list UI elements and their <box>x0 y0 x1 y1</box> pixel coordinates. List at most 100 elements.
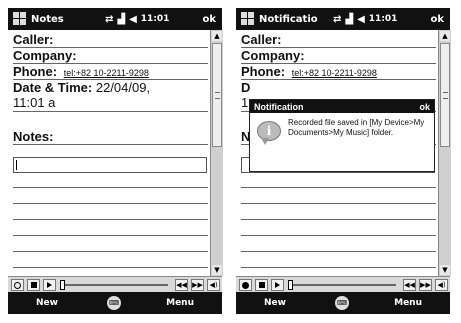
app-title: Notes <box>31 13 64 25</box>
notes-screen-right: Notificatio ⇄ ▟ ◀ 11:01 ok Caller: Compa… <box>236 8 451 314</box>
volume-icon[interactable]: ◀ <box>357 14 365 25</box>
notes-input[interactable] <box>13 157 207 173</box>
phone-label: Phone <box>13 64 53 79</box>
vertical-scrollbar[interactable]: ▲ ▼ <box>438 30 451 276</box>
vertical-scrollbar[interactable]: ▲ ▼ <box>210 30 223 276</box>
grip-icon <box>215 92 220 99</box>
ruled-line <box>241 251 436 252</box>
start-icon[interactable] <box>13 12 27 26</box>
ruled-line <box>13 219 208 220</box>
play-icon <box>47 282 52 288</box>
slider-knob[interactable] <box>288 280 293 290</box>
grip-icon <box>443 92 448 99</box>
volume-icon[interactable]: ◀ <box>129 14 137 25</box>
scroll-up-icon[interactable]: ▲ <box>212 31 222 41</box>
company-row[interactable]: Company: <box>13 48 206 63</box>
new-softkey[interactable]: New <box>36 298 58 308</box>
text-caret <box>16 160 17 170</box>
clock[interactable]: 11:01 <box>141 14 170 24</box>
notes-form: Caller: Company: Phone: tel:+82 10-2211-… <box>236 30 438 276</box>
datetime-value-line2: 11:01 a <box>13 95 56 110</box>
stop-icon <box>258 282 265 288</box>
divider <box>13 111 208 112</box>
status-icons: ⇄ ▟ ◀ <box>105 14 137 25</box>
recording-toolbar: ◀◀ ▶▶ ◀) <box>236 276 450 293</box>
sync-arrows-icon[interactable]: ⇄ <box>333 14 341 25</box>
notes-screen-left: Notes ⇄ ▟ ◀ 11:01 ok Caller: Company: Ph… <box>8 8 223 314</box>
signal-icon[interactable]: ▟ <box>117 14 125 25</box>
notes-label: Notes <box>13 129 50 144</box>
start-icon[interactable] <box>241 12 255 26</box>
datetime-label: Date & Time <box>13 80 88 95</box>
ruled-line <box>13 251 208 252</box>
caller-row[interactable]: Caller: <box>13 32 206 47</box>
ruled-line <box>241 187 436 188</box>
play-button[interactable] <box>43 279 56 291</box>
keyboard-icon[interactable]: ⌨ <box>335 296 349 310</box>
rewind-button[interactable]: ◀◀ <box>403 279 416 291</box>
popup-body: i Recorded file saved in [My Device>My D… <box>250 113 434 171</box>
clock[interactable]: 11:01 <box>369 14 398 24</box>
rewind-icon: ◀◀ <box>404 281 415 289</box>
app-title: Notificatio <box>259 13 318 25</box>
company-row[interactable]: Company: <box>241 48 434 63</box>
record-icon <box>242 281 249 289</box>
ok-button[interactable]: ok <box>430 14 444 25</box>
speaker-icon: ◀) <box>437 281 446 289</box>
caller-row[interactable]: Caller: <box>241 32 434 47</box>
volume-button[interactable]: ◀) <box>207 279 220 291</box>
record-button[interactable] <box>11 279 24 291</box>
fast-forward-button[interactable]: ▶▶ <box>419 279 432 291</box>
stop-button[interactable] <box>255 279 268 291</box>
menu-softkey[interactable]: Menu <box>394 298 422 308</box>
bubble-tail <box>261 138 269 145</box>
menu-softkey[interactable]: Menu <box>166 298 194 308</box>
popup-title-bar: Notification ok <box>250 100 434 113</box>
playback-slider[interactable] <box>60 280 168 290</box>
slider-track <box>288 284 396 286</box>
stop-icon <box>30 282 37 288</box>
recording-toolbar: ◀◀ ▶▶ ◀) <box>8 276 222 293</box>
stop-button[interactable] <box>27 279 40 291</box>
fast-forward-button[interactable]: ▶▶ <box>191 279 204 291</box>
popup-title: Notification <box>254 101 304 112</box>
datetime-value-partial: 1 <box>241 95 249 110</box>
softkey-bar: New ⌨ Menu <box>8 292 222 314</box>
scroll-down-icon[interactable]: ▼ <box>212 265 222 275</box>
title-bar: Notificatio ⇄ ▟ ◀ 11:01 ok <box>236 8 450 30</box>
slider-knob[interactable] <box>60 280 65 290</box>
ruled-line <box>241 235 436 236</box>
company-label: Company <box>241 48 301 63</box>
ruled-line <box>13 203 208 204</box>
fast-forward-icon: ▶▶ <box>420 281 431 289</box>
volume-button[interactable]: ◀) <box>435 279 448 291</box>
phone-label: Phone <box>241 64 281 79</box>
rewind-button[interactable]: ◀◀ <box>175 279 188 291</box>
playback-slider[interactable] <box>288 280 396 290</box>
record-icon <box>14 281 21 289</box>
phone-link[interactable]: tel:+82 10-2211-9298 <box>292 68 377 78</box>
keyboard-icon[interactable]: ⌨ <box>107 296 121 310</box>
scroll-up-icon[interactable]: ▲ <box>440 31 450 41</box>
sync-arrows-icon[interactable]: ⇄ <box>105 14 113 25</box>
scroll-down-icon[interactable]: ▼ <box>440 265 450 275</box>
softkey-bar: New ⌨ Menu <box>236 292 450 314</box>
scroll-thumb[interactable] <box>212 43 222 147</box>
new-softkey[interactable]: New <box>264 298 286 308</box>
signal-icon[interactable]: ▟ <box>345 14 353 25</box>
scroll-thumb[interactable] <box>440 43 450 147</box>
divider <box>13 144 208 145</box>
record-button[interactable] <box>239 279 252 291</box>
ruled-line <box>241 267 436 268</box>
phone-link[interactable]: tel:+82 10-2211-9298 <box>64 68 149 78</box>
ok-button[interactable]: ok <box>202 14 216 25</box>
title-bar: Notes ⇄ ▟ ◀ 11:01 ok <box>8 8 222 30</box>
fast-forward-icon: ▶▶ <box>192 281 203 289</box>
status-icons: ⇄ ▟ ◀ <box>333 14 365 25</box>
popup-ok-button[interactable]: ok <box>419 102 430 112</box>
datetime-row[interactable]: Date & Time: 22/04/09, 11:01 a <box>13 80 206 110</box>
ruled-line <box>241 219 436 220</box>
play-icon <box>275 282 280 288</box>
popup-message: Recorded file saved in [My Device>My Doc… <box>288 118 425 137</box>
play-button[interactable] <box>271 279 284 291</box>
